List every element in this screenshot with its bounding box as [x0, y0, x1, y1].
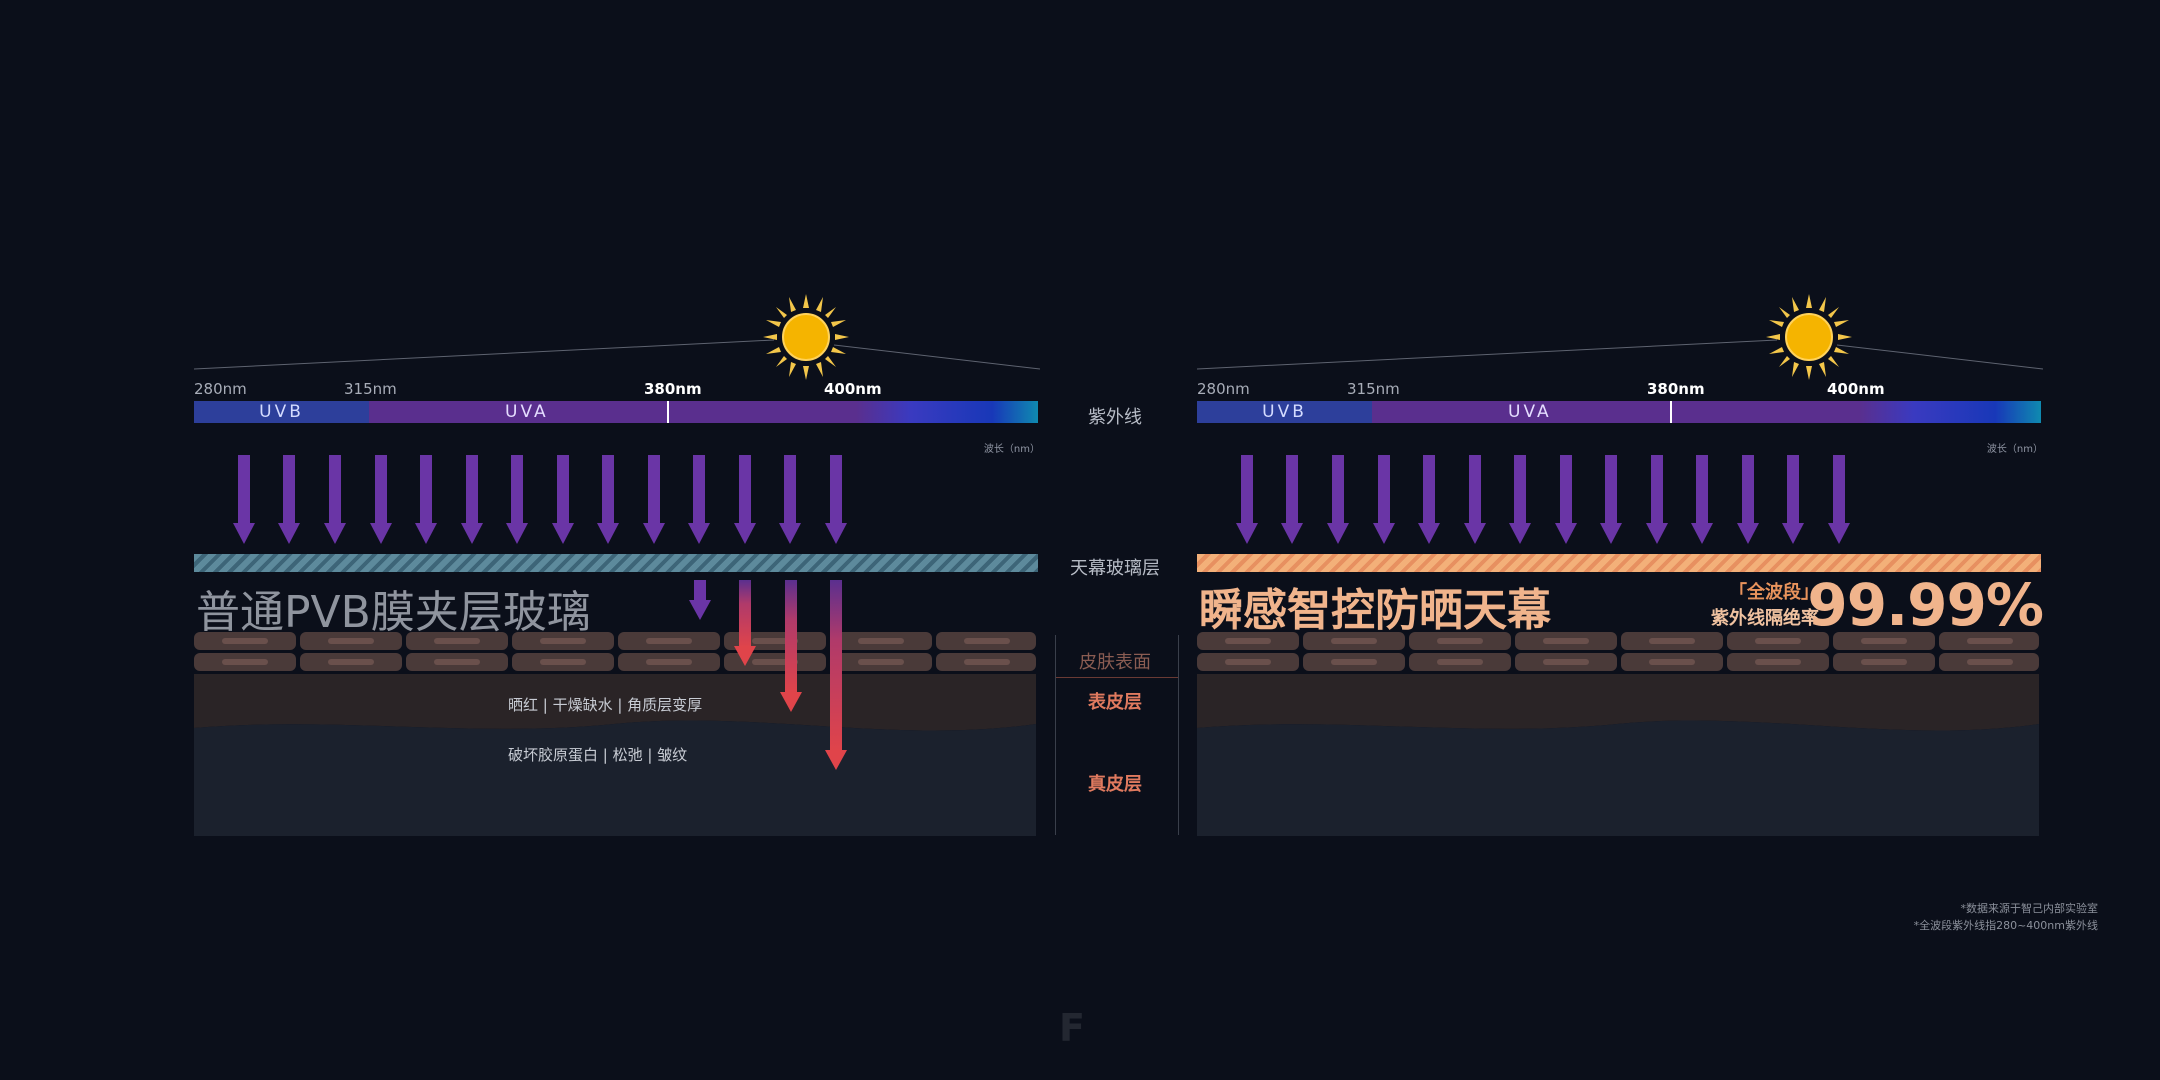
skin-cross-section-right [1197, 632, 2039, 836]
dermis-label: 真皮层 [1088, 774, 1142, 795]
epidermis-layer [1197, 674, 2039, 731]
wavelength-315: 315nm [1347, 380, 1400, 398]
incoming-uv-arrows [1236, 455, 1850, 544]
sun-ray-lines-right [1197, 339, 2043, 370]
wavelength-400: 400nm [1827, 380, 1885, 398]
uvb-band: UVB [194, 401, 369, 423]
epidermis-penetrating-arrow [734, 580, 756, 666]
tick-380 [1670, 401, 1672, 423]
glass-layer-label: 天幕玻璃层 [1070, 558, 1160, 579]
wavelength-400: 400nm [824, 380, 882, 398]
sun-icon [763, 294, 849, 380]
normal-glass-layer [194, 554, 1038, 572]
uva-band: UVA [1372, 401, 1859, 423]
incoming-uv-arrows [233, 455, 847, 544]
smart-sunshade-title: 瞬感智控防晒天幕 [1199, 585, 1551, 636]
layer-labels: 紫外线 天幕玻璃层 皮肤表面 表皮层 真皮层 [1050, 280, 1180, 840]
wavelength-315: 315nm [344, 380, 397, 398]
divider-left [1055, 635, 1056, 835]
dermis-penetrating-arrow [825, 580, 847, 770]
sun-icon [1766, 294, 1852, 380]
wavelength-unit: 波长（nm） [983, 444, 1040, 455]
uva-label: UVA [505, 402, 549, 422]
footnote-data-source: *数据来源于智己内部实验室 [1960, 902, 2099, 915]
tick-380 [667, 401, 669, 423]
wavelength-unit: 波长（nm） [1986, 444, 2043, 455]
uva-band: UVA [369, 401, 856, 423]
divider-right [1178, 635, 1179, 835]
wavelength-280: 280nm [1197, 380, 1250, 398]
sun-ray-lines [194, 339, 1040, 370]
smart-glass-layer [1197, 554, 2041, 572]
smart-sunshade-panel: 280nm 315nm 380nm 400nm UVB UVA 波长（nm） 瞬… [1197, 280, 2044, 840]
full-band-badge: 「全波段」 [1729, 582, 1819, 603]
uv-block-rate-label: 紫外线隔绝率 [1711, 608, 1819, 629]
skin-surface-label: 皮肤表面 [1079, 652, 1151, 673]
footnote-full-band: *全波段紫外线指280~400nm紫外线 [1913, 919, 2098, 932]
uva-label: UVA [1508, 402, 1552, 422]
uv-spectrum-bar: UVB UVA [194, 401, 1038, 423]
visible-band [1859, 401, 2041, 423]
watermark: F [890, 996, 1260, 1060]
short-penetrating-arrow [689, 580, 711, 620]
normal-glass-panel: 280nm 315nm 380nm 400nm UVB UVA 波长（nm） 普… [194, 280, 1040, 840]
epidermis-divider [1056, 677, 1178, 678]
wavelength-380: 380nm [644, 380, 702, 398]
epidermis-label: 表皮层 [1088, 692, 1142, 713]
deep-penetrating-arrow [780, 580, 802, 712]
uv-spectrum-bar: UVB UVA [1197, 401, 2041, 423]
uvb-band: UVB [1197, 401, 1372, 423]
uv-label: 紫外线 [1088, 407, 1142, 428]
visible-band [856, 401, 1038, 423]
wavelength-280: 280nm [194, 380, 247, 398]
watermark-text: F [1059, 1006, 1091, 1050]
penetrating-uv-arrows [689, 580, 847, 770]
skin-cells [1197, 632, 2039, 671]
uv-block-rate-value: 99.99% [1807, 571, 2044, 639]
wavelength-380: 380nm [1647, 380, 1705, 398]
dermis-layer [1197, 720, 2039, 836]
